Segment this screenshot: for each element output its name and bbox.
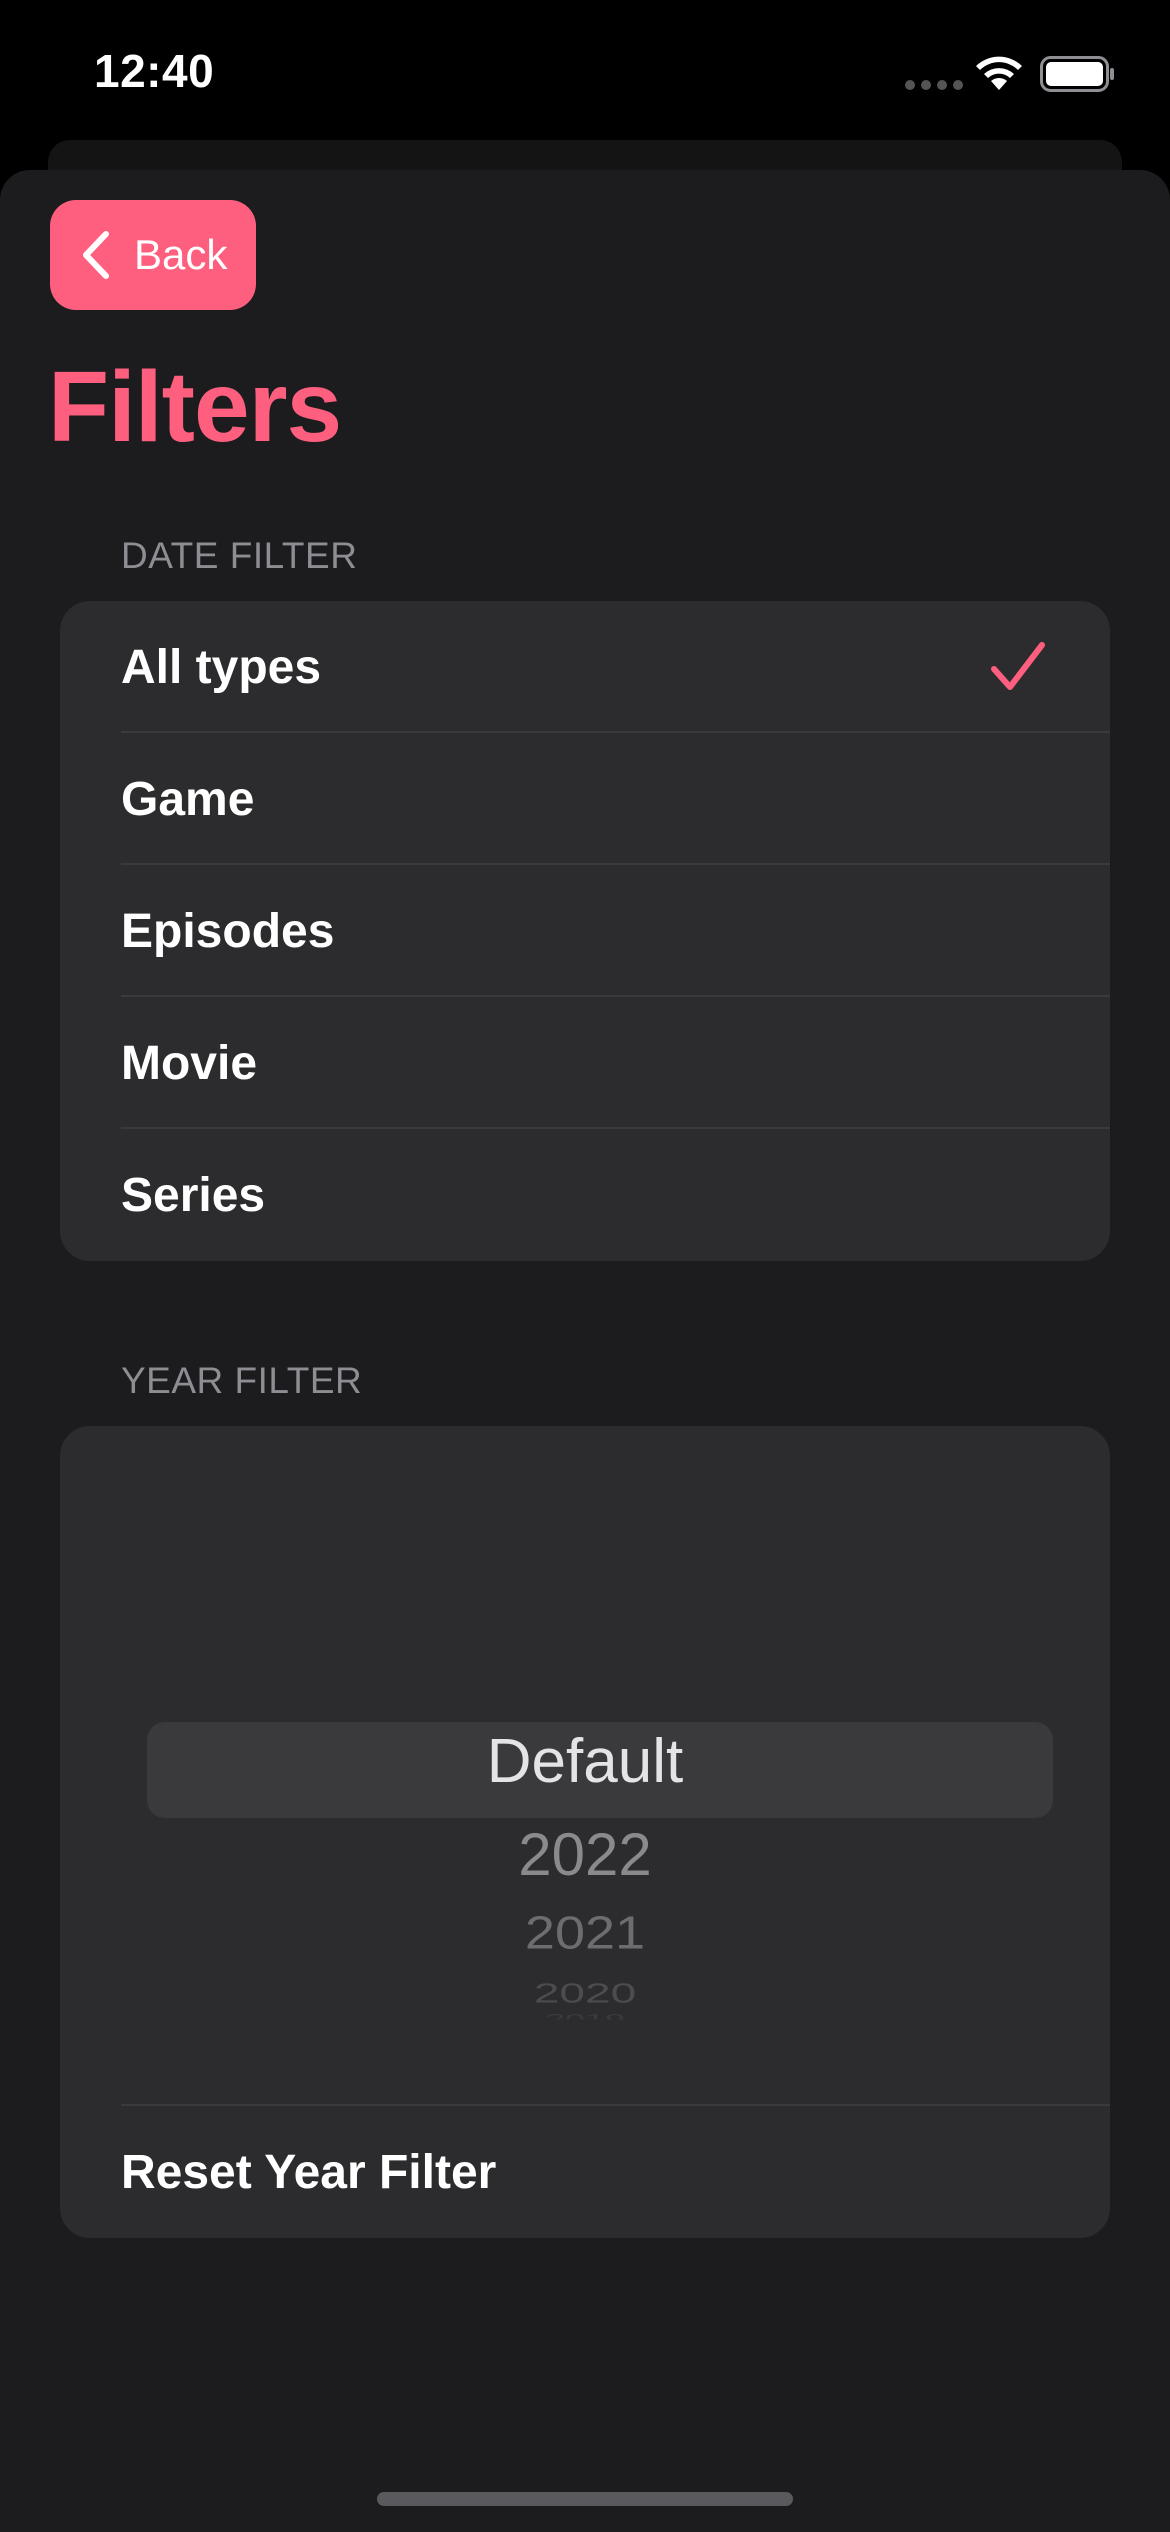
reset-year-filter-button[interactable]: Reset Year Filter xyxy=(60,2106,1110,2238)
option-label: Movie xyxy=(121,1036,258,1090)
picker-option-default[interactable]: Default xyxy=(60,1726,1110,1797)
home-indicator xyxy=(377,2492,793,2506)
picker-option-2019[interactable]: 2019 xyxy=(60,2011,1110,2020)
chevron-left-icon xyxy=(83,231,109,279)
picker-option-2021[interactable]: 2021 xyxy=(60,1907,1110,1960)
option-label: Episodes xyxy=(121,904,335,958)
checkmark-icon xyxy=(991,642,1045,690)
screen: 12:40 Back Filters DATE FILTER All types xyxy=(0,0,1170,2532)
picker-option-2020[interactable]: 2020 xyxy=(60,1977,1110,2009)
date-filter-option-movie[interactable]: Movie xyxy=(60,997,1110,1129)
year-filter-group: Default 2022 2021 2020 2019 Reset Year F… xyxy=(60,1426,1110,2238)
date-filter-option-game[interactable]: Game xyxy=(60,733,1110,865)
option-label: Series xyxy=(121,1168,266,1222)
back-label: Back xyxy=(134,231,228,278)
year-filter-header: YEAR FILTER xyxy=(121,1360,363,1401)
date-filter-header: DATE FILTER xyxy=(121,535,358,576)
picker-option-2022[interactable]: 2022 xyxy=(60,1820,1110,1889)
date-filter-option-series[interactable]: Series xyxy=(60,1129,1110,1261)
reset-year-filter-label: Reset Year Filter xyxy=(121,2145,497,2199)
date-filter-option-all-types[interactable]: All types xyxy=(60,601,1110,733)
page-title: Filters xyxy=(48,351,342,463)
year-picker[interactable]: Default 2022 2021 2020 2019 xyxy=(60,1426,1110,2106)
wifi-icon xyxy=(976,56,1022,90)
date-filter-list: All types Game Episodes Movie Series xyxy=(60,601,1110,1261)
status-time: 12:40 xyxy=(94,45,215,97)
option-label: All types xyxy=(121,640,322,694)
cellular-signal-icon xyxy=(905,80,963,90)
battery-icon xyxy=(1040,56,1114,92)
date-filter-option-episodes[interactable]: Episodes xyxy=(60,865,1110,997)
status-bar: 12:40 xyxy=(0,0,1170,150)
option-label: Game xyxy=(121,772,255,826)
back-button[interactable]: Back xyxy=(50,200,256,310)
